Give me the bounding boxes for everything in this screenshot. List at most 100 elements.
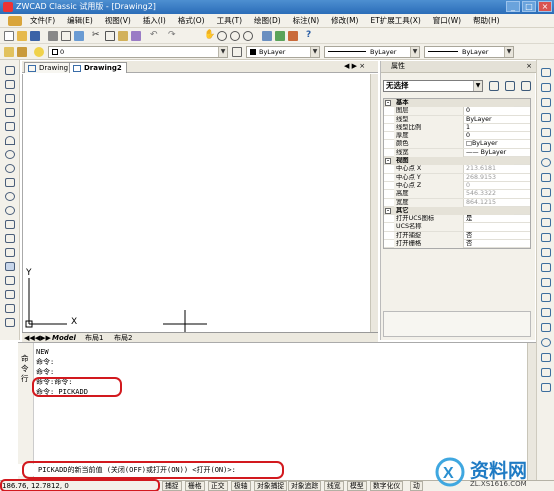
property-row[interactable]: 中心点 Z0 bbox=[384, 181, 530, 191]
table-icon[interactable] bbox=[5, 304, 15, 313]
color-select[interactable]: ByLayer ▼ bbox=[246, 46, 320, 58]
collapse-icon[interactable]: - bbox=[385, 207, 391, 214]
polar-toggle[interactable]: 极轴 bbox=[231, 481, 251, 491]
new-icon[interactable] bbox=[4, 31, 14, 41]
menu-edit[interactable]: 编辑(E) bbox=[61, 15, 99, 26]
close-button[interactable]: × bbox=[538, 1, 552, 12]
property-row[interactable]: 打开捕捉否 bbox=[384, 231, 530, 241]
tool-palette-icon[interactable] bbox=[288, 31, 298, 41]
trim-icon[interactable] bbox=[541, 203, 551, 212]
tab-nav-arrows[interactable]: ◀ ▶ × bbox=[344, 62, 365, 70]
help-icon[interactable]: ? bbox=[306, 31, 316, 41]
selection-dropdown[interactable]: 无选择 ▼ bbox=[383, 80, 483, 92]
menu-insert[interactable]: 插入(I) bbox=[137, 15, 172, 26]
circle-icon[interactable] bbox=[5, 150, 15, 159]
rectangle-icon[interactable] bbox=[5, 122, 15, 131]
insert-block-icon[interactable] bbox=[5, 220, 15, 229]
menu-dimension[interactable]: 标注(N) bbox=[287, 15, 325, 26]
select-objects-icon[interactable] bbox=[505, 81, 515, 91]
dyn-toggle[interactable]: 动 bbox=[410, 481, 423, 491]
property-row[interactable]: 线宽 —— ByLayer bbox=[384, 148, 530, 158]
property-row[interactable]: UCS名称 bbox=[384, 223, 530, 232]
otrack-toggle[interactable]: 对象追踪 bbox=[288, 481, 322, 491]
property-row[interactable]: 中心点 X 213.6181 bbox=[384, 165, 530, 174]
tab-drawing2[interactable]: Drawing2 bbox=[69, 62, 127, 73]
point-icon[interactable] bbox=[5, 248, 15, 257]
grid-toggle[interactable]: 栅格 bbox=[185, 481, 205, 491]
properties-icon[interactable] bbox=[262, 31, 272, 41]
property-row[interactable]: 图层 0 bbox=[384, 107, 530, 116]
osnap-toggle[interactable]: 对象捕捉 bbox=[254, 481, 288, 491]
array-icon[interactable] bbox=[541, 128, 551, 137]
mirror-icon[interactable] bbox=[541, 98, 551, 107]
baseline-dimension-icon[interactable] bbox=[541, 383, 551, 392]
model-toggle[interactable]: 模型 bbox=[347, 481, 367, 491]
close-icon[interactable]: × bbox=[526, 61, 532, 72]
minimize-button[interactable]: _ bbox=[506, 1, 520, 12]
property-row[interactable]: 高度 546.3322 bbox=[384, 190, 530, 199]
extend-icon[interactable] bbox=[541, 218, 551, 227]
undo-icon[interactable]: ↶ bbox=[150, 31, 160, 41]
match-properties-icon[interactable] bbox=[131, 31, 141, 41]
make-current-layer-icon[interactable] bbox=[232, 47, 242, 57]
toggle-pickadd-icon[interactable] bbox=[489, 81, 499, 91]
zoom-realtime-icon[interactable] bbox=[217, 31, 227, 41]
move-icon[interactable] bbox=[541, 143, 551, 152]
make-block-icon[interactable] bbox=[5, 234, 15, 243]
xline-icon[interactable] bbox=[5, 80, 15, 89]
layer-manager-icon[interactable] bbox=[4, 47, 14, 57]
menu-draw[interactable]: 绘图(D) bbox=[248, 15, 287, 26]
dimension-radius-icon[interactable] bbox=[541, 338, 551, 347]
scale-icon[interactable] bbox=[541, 173, 551, 182]
print-icon[interactable] bbox=[48, 31, 58, 41]
quick-dimension-icon[interactable] bbox=[541, 368, 551, 377]
maximize-button[interactable]: □ bbox=[522, 1, 536, 12]
save-icon[interactable] bbox=[30, 31, 40, 41]
cut-icon[interactable]: ✂ bbox=[92, 31, 102, 41]
collapse-icon[interactable]: - bbox=[385, 100, 391, 106]
menu-et-tools[interactable]: ET扩展工具(X) bbox=[364, 15, 426, 26]
collapse-icon[interactable]: - bbox=[385, 158, 391, 165]
lineweight-toggle[interactable]: 线宽 bbox=[324, 481, 344, 491]
property-row[interactable]: 厚度 0 bbox=[384, 132, 530, 141]
lineweight-select[interactable]: ByLayer ▼ bbox=[424, 46, 514, 58]
chamfer-icon[interactable] bbox=[541, 263, 551, 272]
break-icon[interactable] bbox=[541, 233, 551, 242]
copy-icon[interactable] bbox=[105, 31, 115, 41]
arc-icon[interactable] bbox=[5, 136, 15, 145]
snap-toggle[interactable]: 捕捉 bbox=[162, 481, 182, 491]
ellipse-arc-icon[interactable] bbox=[5, 206, 15, 215]
design-center-icon[interactable] bbox=[275, 31, 285, 41]
dimension-aligned-icon[interactable] bbox=[541, 323, 551, 332]
zoom-window-icon[interactable] bbox=[230, 31, 240, 41]
menu-help[interactable]: 帮助(H) bbox=[467, 15, 506, 26]
ellipse-icon[interactable] bbox=[5, 192, 15, 201]
category-view[interactable]: - 视图 bbox=[384, 157, 530, 166]
mtext-icon[interactable] bbox=[5, 318, 15, 327]
property-row[interactable]: 线型 ByLayer bbox=[384, 115, 530, 124]
print-preview-icon[interactable] bbox=[61, 31, 71, 41]
linetype-select[interactable]: ByLayer ▼ bbox=[324, 46, 420, 58]
join-icon[interactable] bbox=[541, 248, 551, 257]
paste-icon[interactable] bbox=[118, 31, 128, 41]
drawing-canvas[interactable]: Y X bbox=[22, 74, 378, 332]
ortho-toggle[interactable]: 正交 bbox=[208, 481, 228, 491]
erase-icon[interactable] bbox=[541, 68, 551, 77]
menu-view[interactable]: 视图(V) bbox=[99, 15, 137, 26]
dimension-linear-icon[interactable] bbox=[541, 308, 551, 317]
spline-icon[interactable] bbox=[5, 178, 15, 187]
quick-select-icon[interactable] bbox=[521, 81, 531, 91]
tablet-toggle[interactable]: 数字化仪 bbox=[370, 481, 404, 491]
property-row[interactable]: 打开UCS图标是 bbox=[384, 215, 530, 224]
fillet-icon[interactable] bbox=[541, 278, 551, 287]
document-menu-icon[interactable] bbox=[8, 15, 22, 26]
zoom-previous-icon[interactable] bbox=[243, 31, 253, 41]
property-row[interactable]: 中心点 Y 268.9153 bbox=[384, 173, 530, 182]
category-other[interactable]: - 其它 bbox=[384, 206, 530, 216]
layer-state-icon[interactable] bbox=[17, 47, 27, 57]
region-icon[interactable] bbox=[5, 290, 15, 299]
menu-format[interactable]: 格式(O) bbox=[172, 15, 211, 26]
menu-file[interactable]: 文件(F) bbox=[24, 15, 61, 26]
polygon-icon[interactable] bbox=[5, 108, 15, 117]
layer-select[interactable]: 0 ▼ bbox=[48, 46, 228, 58]
